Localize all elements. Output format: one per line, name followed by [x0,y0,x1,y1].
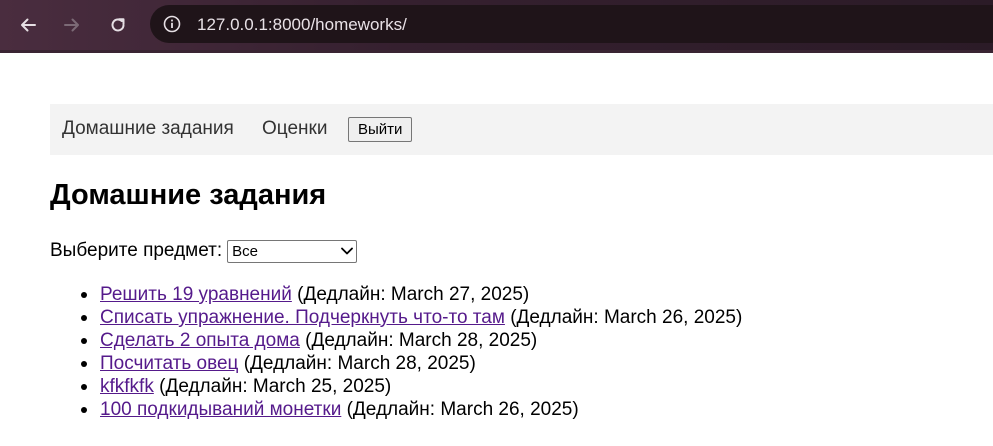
bullet [81,361,87,367]
forward-button[interactable] [57,10,87,40]
homework-link[interactable]: kfkfkfk [100,376,154,397]
page-title: Домашние задания [50,179,327,211]
homework-deadline: (Дедлайн: March 27, 2025) [297,284,530,305]
reload-button[interactable] [103,10,133,40]
address-bar[interactable]: 127.0.0.1:8000/homeworks/ [150,5,993,43]
subject-filter: Выберите предмет: Все [50,239,358,263]
site-info-icon[interactable] [160,12,184,36]
bullet [81,407,87,413]
arrow-right-icon [64,18,79,32]
top-navigation: Домашние задания Оценки Выйти [50,104,993,155]
logout-button[interactable]: Выйти [348,117,413,142]
reload-icon [111,18,125,32]
homework-deadline: (Дедлайн: March 26, 2025) [510,307,743,328]
subject-select[interactable]: Все [227,239,358,263]
homework-link[interactable]: Посчитать овец [100,353,238,374]
homework-deadline: (Дедлайн: March 28, 2025) [305,330,538,351]
homework-deadline: (Дедлайн: March 28, 2025) [243,353,476,374]
bullet [81,315,87,321]
homework-list: Решить 19 уравнений (Дедлайн: March 27, … [81,283,743,421]
subject-filter-label: Выберите предмет: [50,240,223,261]
nav-link-grades[interactable]: Оценки [262,118,327,140]
back-button[interactable] [13,10,43,40]
homework-link[interactable]: Сделать 2 опыта дома [100,330,300,351]
list-item: Решить 19 уравнений (Дедлайн: March 27, … [81,283,742,306]
list-item: Сделать 2 опыта дома (Дедлайн: March 28,… [81,329,742,352]
homework-deadline: (Дедлайн: March 25, 2025) [159,376,392,397]
homework-deadline: (Дедлайн: March 26, 2025) [346,399,579,420]
list-item: kfkfkfk (Дедлайн: March 25, 2025) [81,375,742,398]
list-item: Посчитать овец (Дедлайн: March 28, 2025) [81,352,742,375]
arrow-left-icon [21,18,36,32]
subject-select-value: Все [232,242,259,260]
bullet [81,292,87,298]
homework-link[interactable]: Решить 19 уравнений [100,284,292,305]
bullet [81,338,87,344]
chevron-down-icon [340,244,354,258]
browser-toolbar: 127.0.0.1:8000/homeworks/ [0,0,993,50]
homework-link[interactable]: 100 подкидываний монетки [100,399,341,420]
nav-link-homeworks[interactable]: Домашние задания [62,118,234,140]
bullet [81,384,87,390]
homework-link[interactable]: Списать упражнение. Подчеркнуть что-то т… [100,307,505,328]
list-item: 100 подкидываний монетки (Дедлайн: March… [81,398,742,421]
url-text[interactable]: 127.0.0.1:8000/homeworks/ [197,15,407,35]
list-item: Списать упражнение. Подчеркнуть что-то т… [81,306,743,329]
